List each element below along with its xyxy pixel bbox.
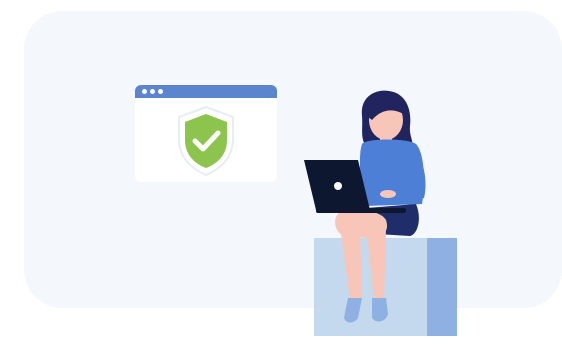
security-illustration (0, 0, 562, 345)
woman-with-laptop (304, 90, 426, 323)
browser-title-bar (135, 85, 277, 98)
window-dot (142, 89, 147, 94)
security-shield-icon (178, 106, 234, 176)
window-dot (150, 89, 155, 94)
background-panel (24, 11, 562, 308)
window-dot (158, 89, 163, 94)
